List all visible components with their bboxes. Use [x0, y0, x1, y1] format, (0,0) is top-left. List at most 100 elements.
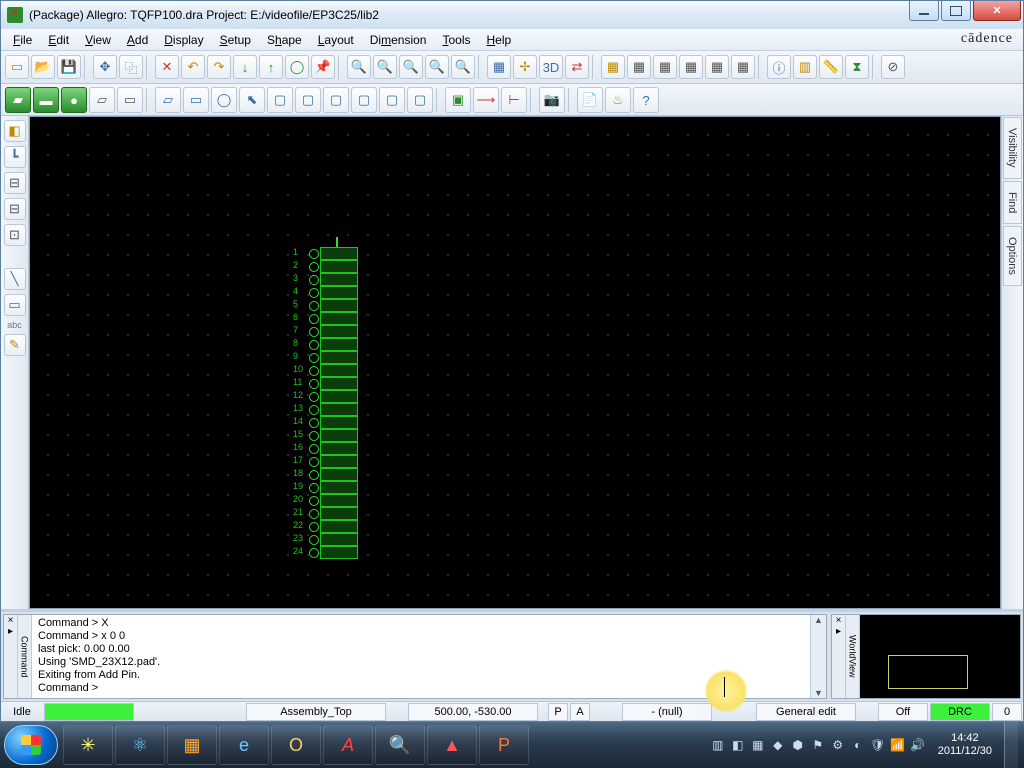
tray-icon[interactable]: ▥ [710, 737, 726, 753]
menu-help[interactable]: Help [479, 31, 520, 49]
pin[interactable] [320, 546, 358, 559]
dim-pt-icon[interactable]: ⊢ [501, 87, 527, 113]
menu-add[interactable]: Add [119, 31, 156, 49]
tray-icons[interactable]: ▥ ◧ ▦ ◆ ⬢ ⚑ ⚙ ◐ 🛡 📶 🔊 [710, 737, 926, 753]
pin[interactable] [320, 390, 358, 403]
pin[interactable] [320, 260, 358, 273]
lt-c-icon[interactable]: ⊡ [4, 224, 26, 246]
shape-h-icon[interactable]: ▢ [379, 87, 405, 113]
lt-a-icon[interactable]: ⊟ [4, 172, 26, 194]
task-powerpoint-icon[interactable]: P [479, 725, 529, 765]
menu-tools[interactable]: Tools [434, 31, 478, 49]
pin[interactable] [320, 273, 358, 286]
pin[interactable] [320, 468, 358, 481]
pin[interactable] [320, 403, 358, 416]
menu-dimension[interactable]: Dimension [362, 31, 435, 49]
zoom-in-icon[interactable]: 🔍 [399, 55, 423, 79]
pin[interactable] [320, 247, 358, 260]
pin[interactable] [320, 377, 358, 390]
task-app2-icon[interactable]: ⚛ [115, 725, 165, 765]
pin-icon[interactable]: 📌 [311, 55, 335, 79]
shape-i-icon[interactable]: ▢ [407, 87, 433, 113]
tray-icon[interactable]: ◐ [850, 737, 866, 753]
maximize-button[interactable] [941, 1, 971, 21]
tray-clock[interactable]: 14:42 2011/12/30 [932, 732, 998, 758]
tray-network-icon[interactable]: 📶 [890, 737, 906, 753]
zoom-out-icon[interactable]: 🔍 [425, 55, 449, 79]
pin[interactable] [320, 312, 358, 325]
pin[interactable] [320, 429, 358, 442]
new-icon[interactable]: ▭ [5, 55, 29, 79]
worldview-canvas[interactable] [860, 615, 1020, 698]
info-icon[interactable]: ⓘ [767, 55, 791, 79]
task-acrobat-icon[interactable]: A [323, 725, 373, 765]
task-allegro-icon[interactable]: ✳ [63, 725, 113, 765]
pin[interactable] [320, 442, 358, 455]
grid-icon[interactable]: ▦ [601, 55, 625, 79]
camera-icon[interactable]: 📷 [539, 87, 565, 113]
lt-color-icon[interactable]: ◧ [4, 120, 26, 142]
menu-view[interactable]: View [77, 31, 119, 49]
tab-find[interactable]: Find [1003, 181, 1022, 224]
shape-rect-line-icon[interactable]: ▭ [117, 87, 143, 113]
start-button[interactable] [4, 725, 58, 765]
measure-icon[interactable]: 📏 [819, 55, 843, 79]
tray-icon[interactable]: ◆ [770, 737, 786, 753]
tray-icon[interactable]: ⚑ [810, 737, 826, 753]
worldview-tab[interactable]: WorldView [846, 615, 860, 698]
tray-icon[interactable]: ◧ [730, 737, 746, 753]
close-button[interactable] [973, 1, 1021, 21]
command-log[interactable]: Command > XCommand > x 0 0last pick: 0.0… [32, 615, 810, 698]
status-a-button[interactable]: A [570, 703, 590, 721]
lt-draw-rect-icon[interactable]: ▭ [4, 294, 26, 316]
design-canvas[interactable] [29, 116, 1001, 609]
move-icon[interactable]: ✥ [93, 55, 117, 79]
command-scrollbar[interactable]: ▲▼ [810, 615, 826, 698]
task-pdf-icon[interactable]: ▲ [427, 725, 477, 765]
pin[interactable] [320, 325, 358, 338]
status-indicator-1[interactable] [44, 703, 134, 721]
tool-b-icon[interactable]: ▦ [653, 55, 677, 79]
pin[interactable] [320, 351, 358, 364]
pin[interactable] [320, 507, 358, 520]
menu-layout[interactable]: Layout [310, 31, 362, 49]
lt-text-icon[interactable]: abc [7, 320, 22, 330]
status-p-button[interactable]: P [548, 703, 568, 721]
shape-a-icon[interactable]: ▱ [155, 87, 181, 113]
tray-icon[interactable]: 🛡 [870, 737, 886, 753]
flip-icon[interactable]: ⇄ [565, 55, 589, 79]
tray-icon[interactable]: ▦ [750, 737, 766, 753]
zoom-window-icon[interactable]: 🔍 [373, 55, 397, 79]
shape-b-icon[interactable]: ▭ [183, 87, 209, 113]
stop-icon[interactable]: ⊘ [881, 55, 905, 79]
lt-pencil-icon[interactable]: ✎ [4, 334, 26, 356]
pin[interactable] [320, 481, 358, 494]
command-tab[interactable]: Command [18, 615, 32, 698]
place-icon[interactable]: ▣ [445, 87, 471, 113]
menu-edit[interactable]: Edit [40, 31, 77, 49]
pin[interactable] [320, 494, 358, 507]
tray-icon[interactable]: ⬢ [790, 737, 806, 753]
task-ie-icon[interactable]: e [219, 725, 269, 765]
shape-d-icon[interactable]: ▢ [267, 87, 293, 113]
dim-h-icon[interactable]: ⟶ [473, 87, 499, 113]
tab-options[interactable]: Options [1003, 226, 1022, 286]
pin[interactable] [320, 416, 358, 429]
hourglass-icon[interactable]: ⧗ [845, 55, 869, 79]
pin[interactable] [320, 338, 358, 351]
task-app3-icon[interactable]: ▦ [167, 725, 217, 765]
shape-f-icon[interactable]: ▢ [323, 87, 349, 113]
tool-e-icon[interactable]: ▦ [731, 55, 755, 79]
worldview-viewport[interactable] [888, 655, 968, 689]
tool-d-icon[interactable]: ▦ [705, 55, 729, 79]
pin[interactable] [320, 286, 358, 299]
save-icon[interactable]: 💾 [57, 55, 81, 79]
pin[interactable] [320, 299, 358, 312]
3d-icon[interactable]: 3D [539, 55, 563, 79]
pin[interactable] [320, 533, 358, 546]
layers-icon[interactable]: ▦ [487, 55, 511, 79]
tool-a-icon[interactable]: ▦ [627, 55, 651, 79]
status-editmode[interactable]: General edit [756, 703, 856, 721]
command-close-icon[interactable]: ×▸ [4, 615, 18, 698]
shape-select-icon[interactable]: ⬉ [239, 87, 265, 113]
